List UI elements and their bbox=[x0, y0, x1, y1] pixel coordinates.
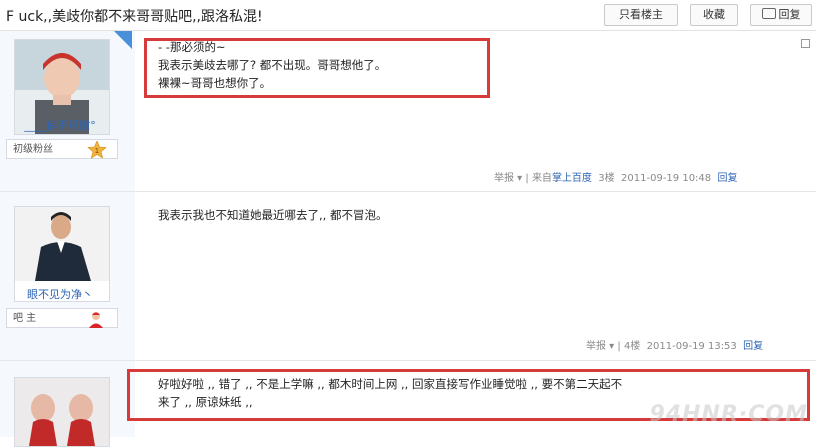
admin-avatar-icon bbox=[89, 312, 103, 328]
thread-header: F uck,,美歧你都不来哥哥贴吧,,跟洛私混! 只看楼主 收藏 回复 bbox=[0, 0, 816, 31]
report-link[interactable]: 举报 bbox=[586, 341, 606, 352]
thread-title: F uck,,美歧你都不来哥哥贴吧,,跟洛私混! bbox=[6, 9, 263, 25]
star-level-icon: 1 bbox=[87, 141, 107, 159]
post-time: 2011-09-19 13:53 bbox=[646, 341, 737, 352]
post-floor-4: 眼不见为净丶 吧 主 我表示我也不知道她最近哪去了,, 都不冒泡。 举报 ▾ |… bbox=[0, 192, 816, 361]
svg-text:1: 1 bbox=[95, 147, 99, 155]
floor-number: 4楼 bbox=[623, 341, 641, 352]
reply-link[interactable]: 回复 bbox=[718, 173, 738, 184]
source-prefix: 来自 bbox=[531, 173, 552, 184]
highlight-box bbox=[144, 38, 490, 98]
avatar-image bbox=[15, 378, 109, 446]
reply-link[interactable]: 回复 bbox=[743, 341, 763, 352]
content-line: 我表示我也不知道她最近哪去了,, 都不冒泡。 bbox=[158, 208, 388, 222]
reply-button-label: 回复 bbox=[778, 8, 801, 21]
badge-label: 初级粉丝 bbox=[13, 144, 53, 155]
badge-label: 吧 主 bbox=[13, 313, 37, 324]
post-meta: 举报 ▾ | 4楼 2011-09-19 13:53 回复 bbox=[586, 341, 764, 352]
only-author-button[interactable]: 只看楼主 bbox=[604, 4, 678, 26]
source-link[interactable]: 掌上百度 bbox=[552, 173, 592, 184]
avatar-image bbox=[15, 207, 109, 281]
admin-badge[interactable]: 吧 主 bbox=[6, 308, 118, 328]
username[interactable]: ____俏不可耐° bbox=[0, 117, 120, 133]
username[interactable]: 眼不见为净丶 bbox=[0, 286, 120, 302]
post-time: 2011-09-19 10:48 bbox=[621, 173, 712, 184]
post-content: 我表示我也不知道她最近哪去了,, 都不冒泡。 bbox=[158, 206, 387, 224]
collapse-icon[interactable] bbox=[801, 39, 810, 48]
fan-level-badge[interactable]: 初级粉丝 1 bbox=[6, 139, 118, 159]
floor-number: 3楼 bbox=[598, 173, 615, 184]
corner-flag bbox=[114, 31, 132, 49]
report-link[interactable]: 举报 bbox=[494, 173, 514, 184]
reply-button[interactable]: 回复 bbox=[750, 4, 812, 26]
favorite-button[interactable]: 收藏 bbox=[690, 4, 738, 26]
post-meta: 举报 ▾ | 来自掌上百度 3楼 2011-09-19 10:48 回复 bbox=[494, 173, 738, 184]
post-floor-3: ____俏不可耐° 初级粉丝 1 - -那必须的~ 我表示美歧去哪了? 都不出现… bbox=[0, 31, 816, 192]
reply-icon bbox=[761, 8, 776, 19]
watermark: 94HNR·COM bbox=[649, 402, 808, 427]
